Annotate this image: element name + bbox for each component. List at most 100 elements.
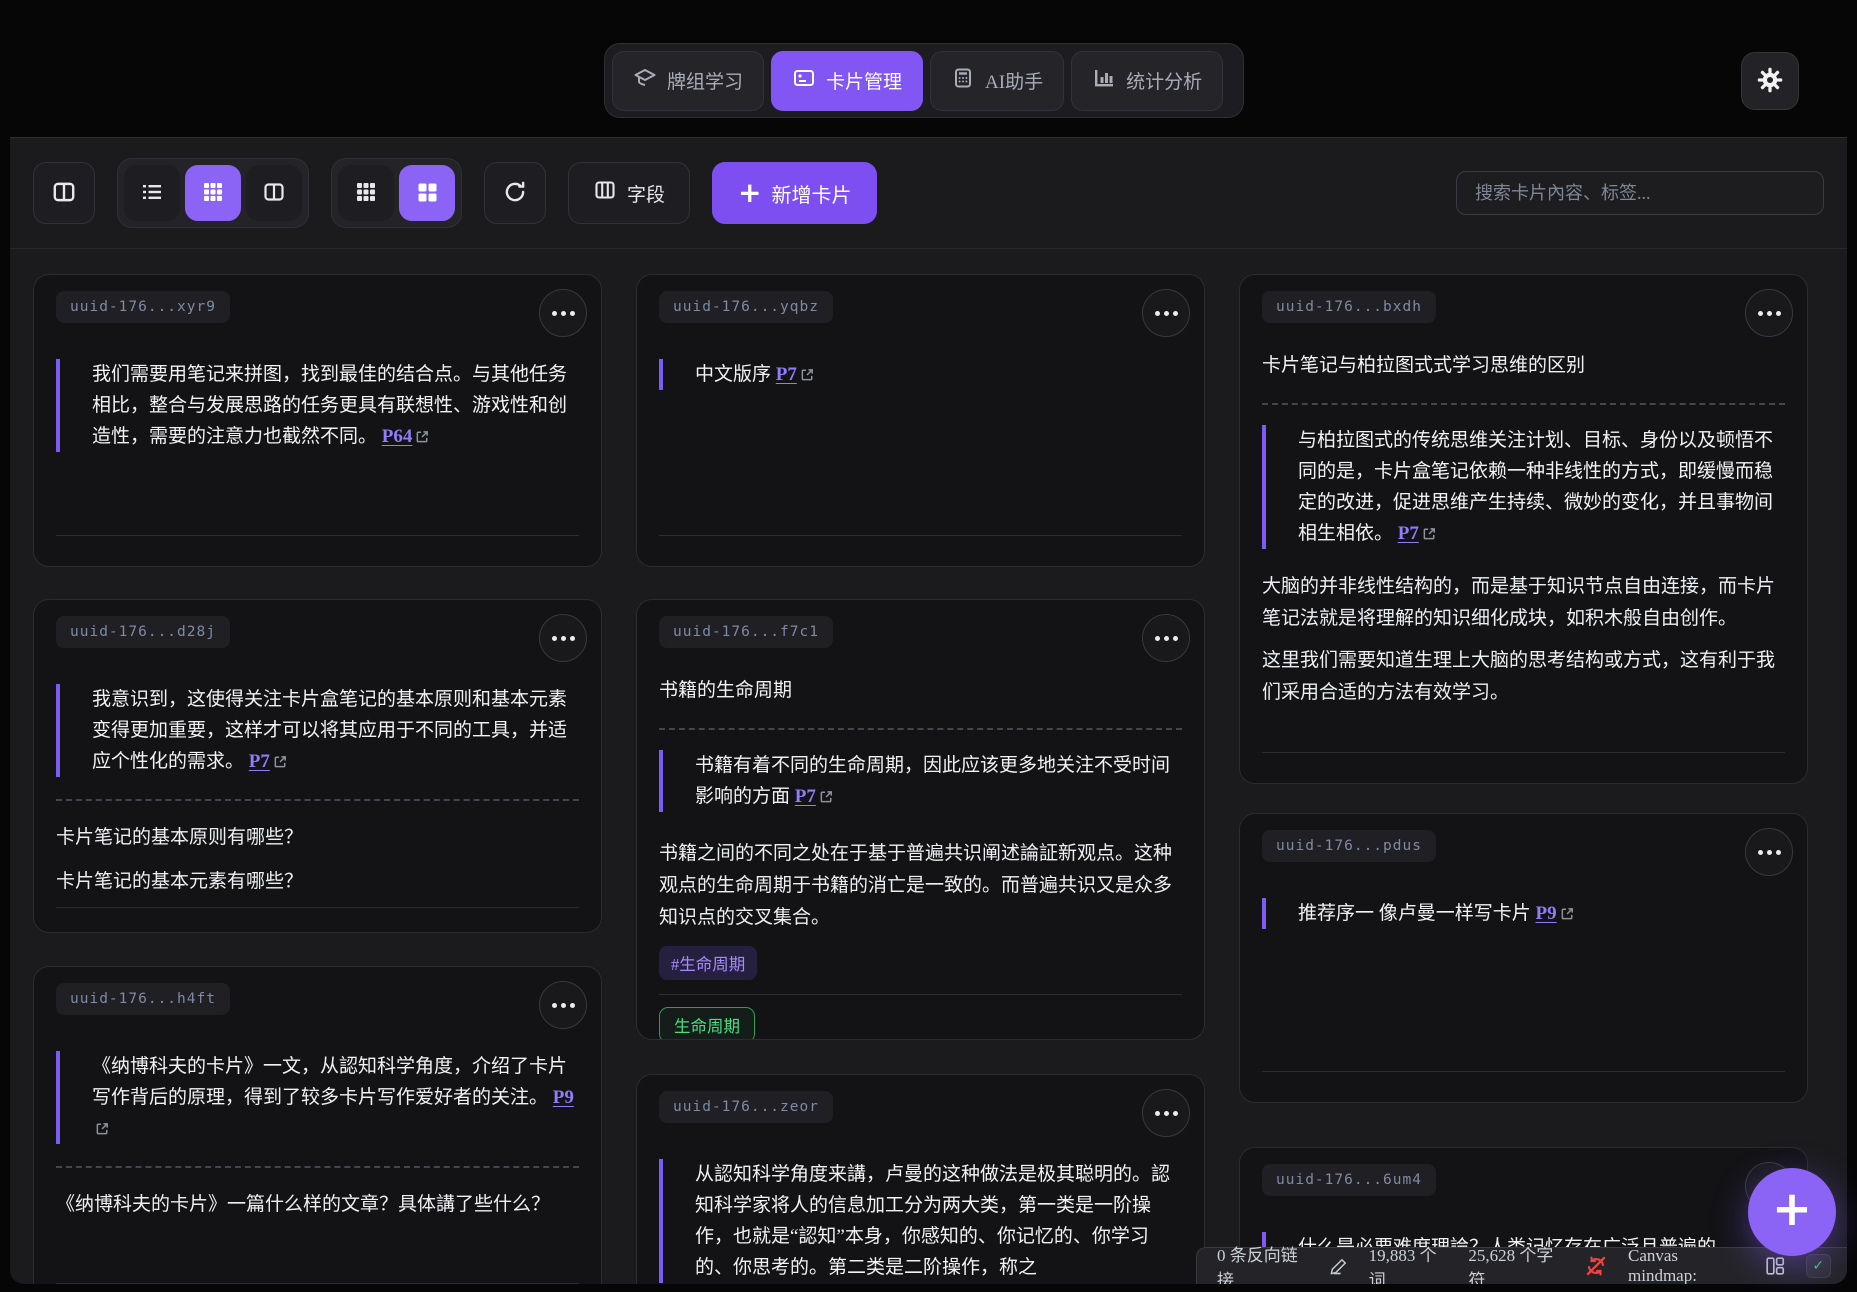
card-menu-button[interactable] <box>1142 1089 1190 1137</box>
card-menu-button[interactable] <box>1142 289 1190 337</box>
list-icon <box>140 180 164 207</box>
large-grid-button[interactable] <box>399 165 455 221</box>
card-quote: 书籍有着不同的生命周期，因此应该更多地关注不受时间影响的方面 P7 <box>659 750 1182 812</box>
two-pane-view-button[interactable] <box>246 165 302 221</box>
sync-disabled-icon[interactable] <box>1584 1254 1608 1278</box>
dashed-divider <box>1262 403 1785 405</box>
dashed-divider <box>659 728 1182 730</box>
list-view-button[interactable] <box>124 165 180 221</box>
page-link[interactable]: P7 <box>1398 523 1419 544</box>
card-id-badge: uuid-176...6um4 <box>1262 1164 1436 1196</box>
page-link[interactable]: P64 <box>382 426 413 447</box>
card-xyr9[interactable]: uuid-176...xyr9 我们需要用笔记来拼图，找到最佳的结合点。与其他任… <box>33 274 602 567</box>
kanban-layout-icon[interactable] <box>1764 1255 1786 1277</box>
card-id-badge: uuid-176...f7c1 <box>659 616 833 648</box>
card-title: 卡片笔记与柏拉图式式学习思维的区别 <box>1262 351 1785 381</box>
ai-assistant-icon <box>951 66 975 96</box>
card-paragraph: 书籍之间的不同之处在于基于普遍共识阐述論証新观点。这种观点的生命周期于书籍的消亡… <box>659 838 1182 934</box>
card-d28j[interactable]: uuid-176...d28j 我意识到，这使得关注卡片盒笔记的基本原则和基本元… <box>33 599 602 933</box>
card-id-badge: uuid-176...yqbz <box>659 291 833 323</box>
card-footer-divider <box>659 535 1182 536</box>
canvas-mindmap-label: Canvas mindmap: <box>1628 1246 1744 1284</box>
card-menu-button[interactable] <box>539 981 587 1029</box>
card-quote: 推荐序一 像卢曼一样写卡片 P9 <box>1262 898 1785 929</box>
fab-add-button[interactable]: + <box>1748 1168 1836 1256</box>
card-paragraph: 大脑的并非线性结构的，而是基于知识节点自由连接，而卡片笔记法就是将理解的知识细化… <box>1262 571 1785 635</box>
card-h4ft[interactable]: uuid-176...h4ft 《纳博科夫的卡片》一文，从認知科学角度，介绍了卡… <box>33 966 602 1284</box>
external-link-icon <box>819 783 834 814</box>
fields-label: 字段 <box>627 180 665 207</box>
backlinks-count: 0 条反向链接 <box>1217 1241 1309 1284</box>
card-menu-button[interactable] <box>1745 828 1793 876</box>
card-quote: 我意识到，这使得关注卡片盒笔记的基本原则和基本元素变得更加重要，这样才可以将其应… <box>56 684 579 777</box>
external-link-icon <box>1422 520 1437 551</box>
page-link[interactable]: P7 <box>776 364 797 385</box>
pencil-icon[interactable] <box>1329 1256 1349 1276</box>
green-tag[interactable]: 生命周期 <box>659 1007 755 1040</box>
card-menu-button[interactable] <box>1142 614 1190 662</box>
card-column-1: uuid-176...xyr9 我们需要用笔记来拼图，找到最佳的结合点。与其他任… <box>33 274 602 1284</box>
sidebar-toggle-button[interactable] <box>33 162 95 224</box>
fields-button[interactable]: 字段 <box>568 162 690 224</box>
dashed-divider <box>56 799 579 801</box>
table-columns-icon <box>593 178 617 208</box>
card-zeor[interactable]: uuid-176...zeor 从認知科学角度来講，卢曼的这种做法是极其聪明的。… <box>636 1074 1205 1284</box>
two-pane-icon <box>262 180 286 207</box>
card-paragraph: 这里我们需要知道生理上大脑的思考结构或方式，这有利于我们采用合适的方法有效学习。 <box>1262 645 1785 709</box>
view-mode-group <box>117 158 309 228</box>
card-yqbz[interactable]: uuid-176...yqbz 中文版序 P7 <box>636 274 1205 567</box>
card-pdus[interactable]: uuid-176...pdus 推荐序一 像卢曼一样写卡片 P9 <box>1239 813 1808 1103</box>
card-column-3: uuid-176...bxdh 卡片笔记与柏拉图式式学习思维的区别 与柏拉图式的… <box>1239 274 1808 1284</box>
dashed-divider <box>56 1166 579 1168</box>
page-link[interactable]: P7 <box>795 786 816 807</box>
external-link-icon <box>1560 900 1575 931</box>
grid-3x3-icon <box>201 180 225 207</box>
refresh-button[interactable] <box>484 162 546 224</box>
card-bxdh[interactable]: uuid-176...bxdh 卡片笔记与柏拉图式式学习思维的区别 与柏拉图式的… <box>1239 274 1808 784</box>
add-card-label: 新增卡片 <box>771 179 851 208</box>
quote-text: 推荐序一 像卢曼一样写卡片 <box>1298 903 1531 924</box>
gear-icon <box>1756 66 1784 97</box>
main-panel: 字段 + 新增卡片 uuid-176...xyr9 我们需要用笔记来拼图，找到最… <box>10 137 1847 1284</box>
grid-2x2-icon <box>415 180 439 207</box>
card-footer-divider <box>1262 1071 1785 1072</box>
card-question: 卡片笔记的基本元素有哪些？ <box>56 867 579 897</box>
card-column-2: uuid-176...yqbz 中文版序 P7 uuid-176...f7c1 … <box>636 274 1205 1284</box>
tab-card-management[interactable]: 卡片管理 <box>771 51 923 111</box>
card-footer-divider <box>1262 752 1785 753</box>
card-question: 卡片笔记的基本原则有哪些？ <box>56 823 579 853</box>
card-menu-button[interactable] <box>539 289 587 337</box>
dense-grid-button[interactable] <box>338 165 394 221</box>
quote-text: 书籍有着不同的生命周期，因此应该更多地关注不受时间影响的方面 <box>695 755 1170 807</box>
settings-button[interactable] <box>1741 52 1799 110</box>
tab-statistics[interactable]: 统计分析 <box>1071 51 1223 111</box>
top-bar: 牌组学习 卡片管理 AI助手 统计分析 <box>0 0 1857 137</box>
word-count: 19,883 个词 <box>1369 1241 1449 1284</box>
hashtag-pill[interactable]: #生命周期 <box>659 946 757 980</box>
card-footer-divider <box>56 535 579 536</box>
add-card-button[interactable]: + 新增卡片 <box>712 162 877 224</box>
card-menu-button[interactable] <box>1745 289 1793 337</box>
solid-divider <box>659 994 1182 995</box>
page-link[interactable]: P9 <box>1536 903 1557 924</box>
card-title: 书籍的生命周期 <box>659 676 1182 706</box>
quote-text: 我们需要用笔记来拼图，找到最佳的结合点。与其他任务相比，整合与发展思路的任务更具… <box>92 364 567 447</box>
page-link[interactable]: P7 <box>249 751 270 772</box>
check-toggle-icon[interactable]: ✓ <box>1806 1254 1831 1278</box>
page-link[interactable]: P9 <box>553 1087 574 1108</box>
card-id-badge: uuid-176...bxdh <box>1262 291 1436 323</box>
card-grid: uuid-176...xyr9 我们需要用笔记来拼图，找到最佳的结合点。与其他任… <box>10 249 1847 1284</box>
tab-deck-study[interactable]: 牌组学习 <box>612 51 764 111</box>
card-quote: 从認知科学角度来講，卢曼的这种做法是极其聪明的。認知科学家将人的信息加工分为两大… <box>659 1159 1182 1283</box>
tab-label: AI助手 <box>985 67 1043 94</box>
card-menu-button[interactable] <box>539 614 587 662</box>
tab-ai-assistant[interactable]: AI助手 <box>930 51 1064 111</box>
card-footer-divider <box>56 907 579 908</box>
bar-chart-icon <box>1092 66 1116 96</box>
search-input[interactable] <box>1456 171 1824 215</box>
grid-density-group <box>331 158 462 228</box>
grid-view-button[interactable] <box>185 165 241 221</box>
main-nav: 牌组学习 卡片管理 AI助手 统计分析 <box>604 43 1244 118</box>
refresh-icon <box>502 179 528 208</box>
card-f7c1[interactable]: uuid-176...f7c1 书籍的生命周期 书籍有着不同的生命周期，因此应该… <box>636 599 1205 1040</box>
